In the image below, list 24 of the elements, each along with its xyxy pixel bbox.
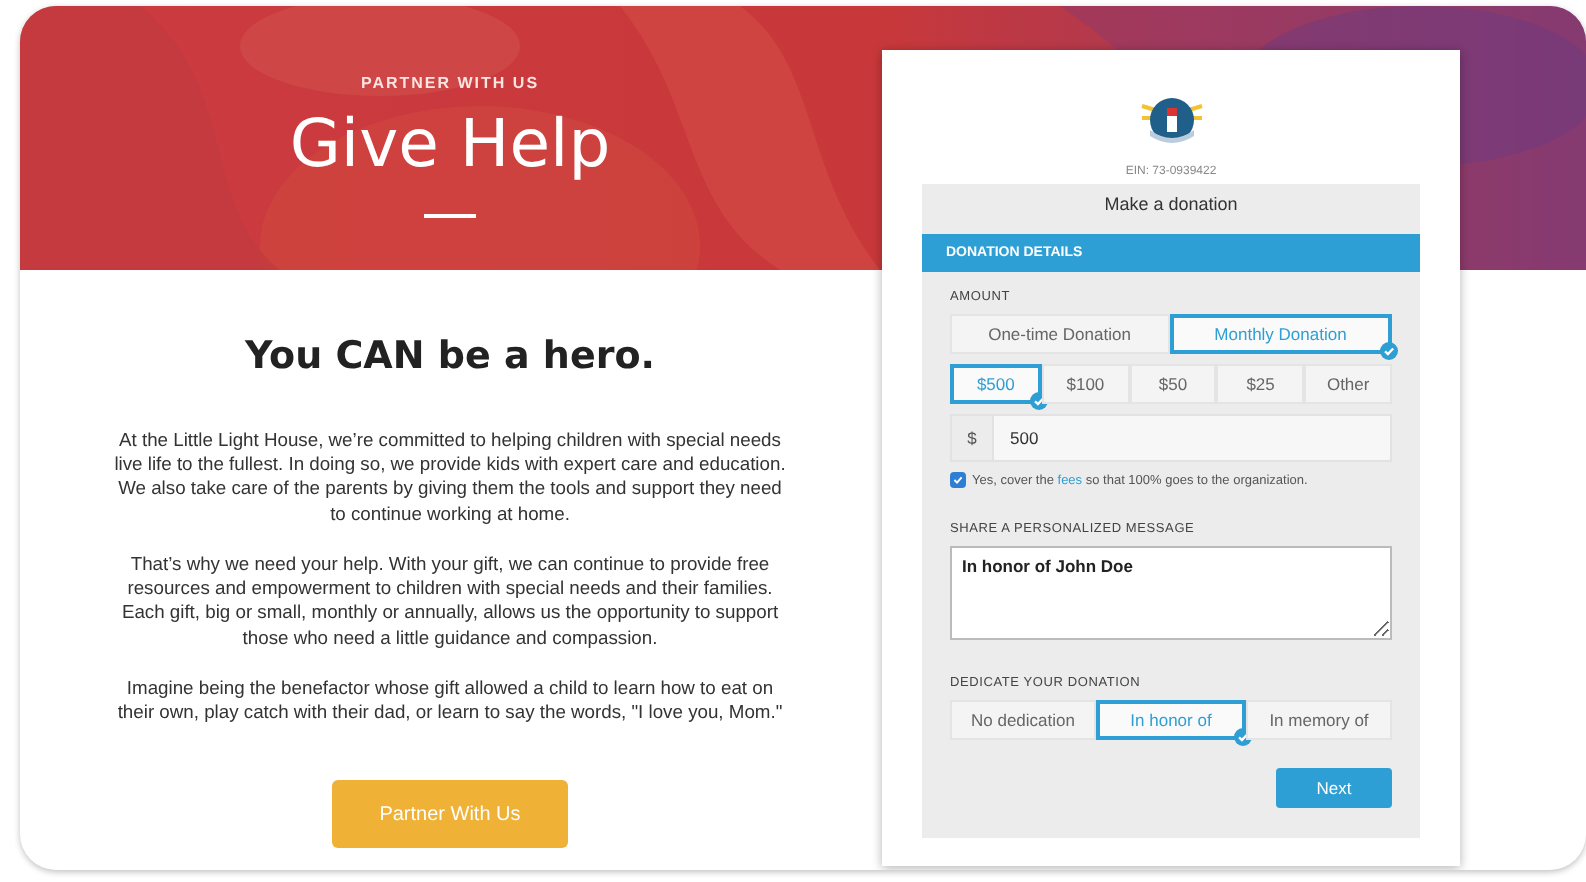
- amount-option[interactable]: $50: [1129, 364, 1217, 404]
- message-field[interactable]: In honor of John Doe: [950, 546, 1392, 640]
- frequency-option[interactable]: One-time Donation: [950, 314, 1169, 354]
- next-button[interactable]: Next: [1276, 768, 1392, 808]
- checkbox[interactable]: [950, 472, 966, 488]
- amount-option[interactable]: $100: [1041, 364, 1130, 404]
- dedication-option[interactable]: In memory of: [1246, 700, 1392, 740]
- lighthouse-logo-icon: [1137, 94, 1205, 146]
- body-paragraph: At the Little Light House, we’re committed to helping children with special needs live life to the fullest. In doing so, we provide kids with expert care and education. We also take care of the parents by giving them the tools and support they need to continue working at home.: [112, 428, 788, 526]
- dedication-option[interactable]: No dedication: [950, 700, 1096, 740]
- amount-option[interactable]: Other: [1304, 364, 1392, 404]
- frequency-option[interactable]: Monthly Donation: [1169, 314, 1392, 354]
- amount-input[interactable]: 500: [992, 414, 1392, 462]
- currency-symbol: $: [950, 414, 992, 462]
- form-title: Make a donation: [1102, 192, 1240, 218]
- check-badge-icon: [1380, 342, 1398, 360]
- section-heading: You CAN be a hero.: [245, 334, 655, 378]
- amount-option[interactable]: $25: [1216, 364, 1305, 404]
- body-paragraph: That’s why we need your help. With your gift, we can continue to provide free resources and empowerment to children with special needs and their families. Each gift, big or small, monthly or annually, allows us the opportunity to support those who need a little guidance and compassion.: [119, 551, 781, 650]
- hero-title: Give Help: [289, 104, 611, 182]
- amount-option[interactable]: $500: [950, 364, 1042, 404]
- body-paragraph: Imagine being the benefactor whose gift allowed a child to learn how to eat on their own, play catch with their dad, or learn to say the words, "I love you, Mom.": [115, 675, 785, 725]
- dedication-option[interactable]: In honor of: [1096, 700, 1246, 740]
- hero-eyebrow: PARTNER WITH US: [360, 74, 540, 92]
